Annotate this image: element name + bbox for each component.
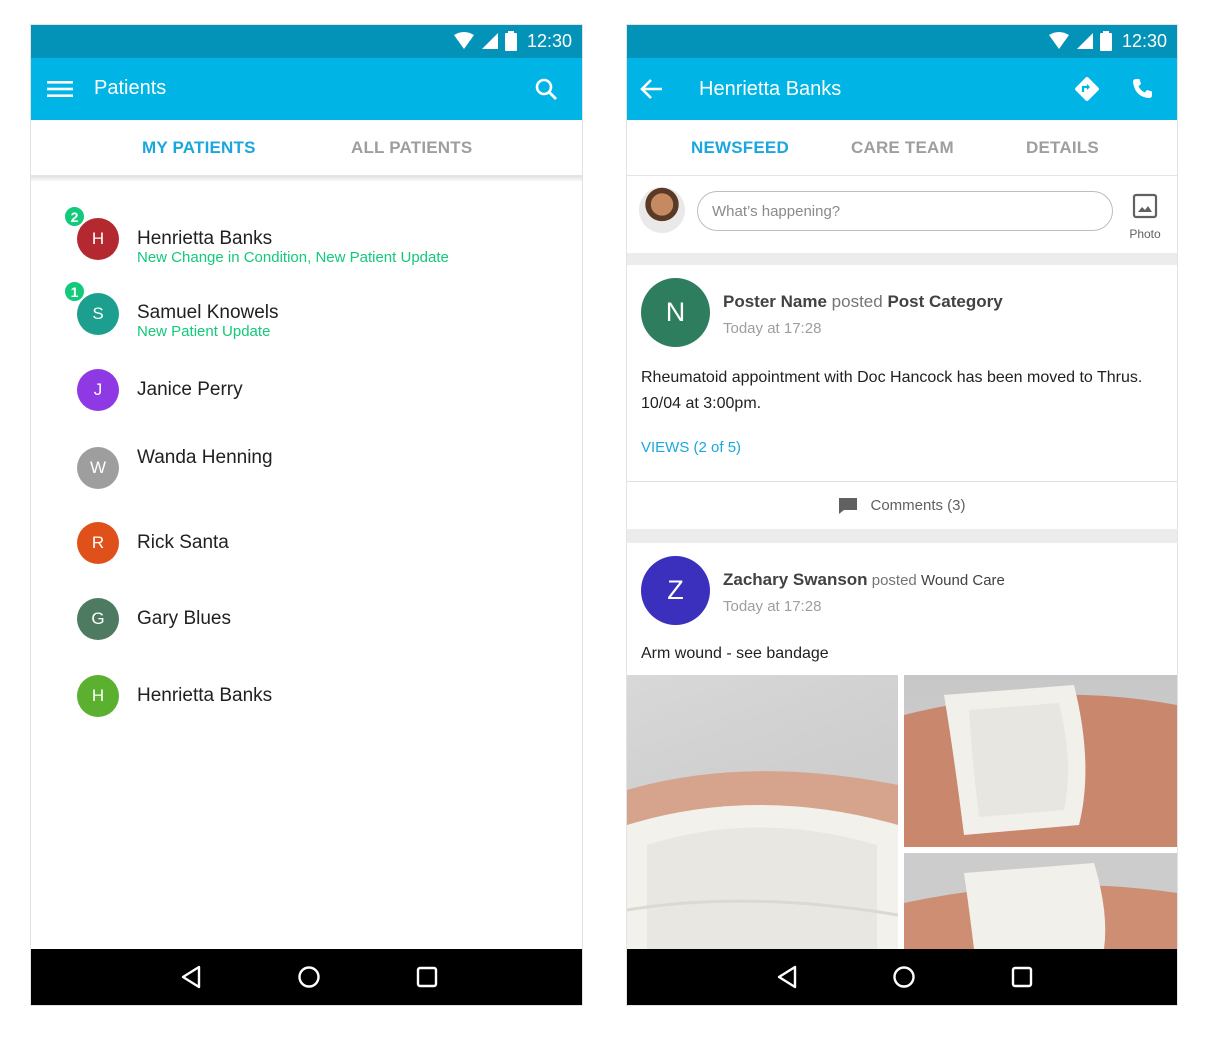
post-card: N Poster Name posted Post Category Today… xyxy=(627,265,1177,529)
nav-back-icon[interactable] xyxy=(773,963,801,991)
wound-photo-top[interactable] xyxy=(904,675,1177,847)
cell-signal-icon xyxy=(481,33,498,49)
post-timestamp: Today at 17:28 xyxy=(723,598,822,615)
tab-all-patients[interactable]: ALL PATIENTS xyxy=(351,138,472,158)
image-icon xyxy=(1132,193,1158,219)
avatar: W xyxy=(77,447,119,489)
patient-name: Janice Perry xyxy=(137,379,243,400)
patient-name: Samuel Knowels xyxy=(137,302,279,323)
post-header: Zachary Swanson posted Wound Care xyxy=(723,570,1005,590)
wifi-icon xyxy=(1048,32,1069,49)
patients-screen: 12:30 Patients MY PATIENTS ALL PATIENTS … xyxy=(31,25,582,1005)
nav-recents-icon[interactable] xyxy=(413,963,441,991)
app-bar: Henrietta Banks xyxy=(627,58,1177,120)
poster-name[interactable]: Zachary Swanson xyxy=(723,570,868,589)
tab-care-team[interactable]: CARE TEAM xyxy=(851,138,954,158)
directions-icon[interactable] xyxy=(1072,74,1102,104)
tab-newsfeed[interactable]: NEWSFEED xyxy=(691,138,789,158)
patient-row[interactable]: S 1 Samuel Knowels New Patient Update xyxy=(31,280,582,358)
tab-my-patients[interactable]: MY PATIENTS xyxy=(142,138,256,158)
current-user-avatar xyxy=(639,187,685,233)
patient-name: Henrietta Banks xyxy=(137,228,273,249)
patient-update-text: New Patient Update xyxy=(137,323,271,340)
battery-icon xyxy=(504,31,517,51)
patient-update-text: New Change in Condition, New Patient Upd… xyxy=(137,249,449,266)
post-body: Arm wound - see bandage xyxy=(641,645,829,662)
avatar: G xyxy=(77,598,119,640)
feed-divider xyxy=(627,253,1177,265)
nav-home-icon[interactable] xyxy=(295,963,323,991)
compose-bar: What’s happening? Photo xyxy=(627,177,1177,253)
post-category[interactable]: Post Category xyxy=(887,292,1002,311)
notification-badge: 2 xyxy=(63,205,86,228)
wifi-icon xyxy=(453,32,474,49)
patient-detail-screen: 12:30 Henrietta Banks NEWSFEED CARE TEAM… xyxy=(627,25,1177,1005)
avatar: J xyxy=(77,369,119,411)
patient-name: Wanda Henning xyxy=(137,447,273,468)
poster-name[interactable]: Poster Name xyxy=(723,292,827,311)
patient-tabs: MY PATIENTS ALL PATIENTS xyxy=(31,120,582,176)
status-bar: 12:30 xyxy=(627,25,1177,58)
avatar: S xyxy=(77,293,119,335)
system-nav-bar xyxy=(627,949,1177,1005)
post-header: Poster Name posted Post Category xyxy=(723,292,1003,312)
status-time: 12:30 xyxy=(1121,30,1167,51)
post-author-avatar: Z xyxy=(641,556,710,625)
patient-name: Gary Blues xyxy=(137,608,231,629)
posted-verb: posted xyxy=(826,292,888,311)
page-title: Patients xyxy=(94,77,167,99)
photo-label: Photo xyxy=(1129,227,1161,241)
views-link[interactable]: VIEWS (2 of 5) xyxy=(641,439,741,456)
status-time: 12:30 xyxy=(526,30,572,51)
patient-row[interactable]: J Janice Perry xyxy=(31,364,582,434)
avatar: H xyxy=(77,218,119,260)
wound-photo-bottom[interactable] xyxy=(904,853,1177,949)
comments-button[interactable]: Comments (3) xyxy=(627,481,1177,529)
battery-icon xyxy=(1099,31,1112,51)
patient-name: Henrietta Banks xyxy=(137,685,273,706)
post-body: Rheumatoid appointment with Doc Hancock … xyxy=(641,369,1143,412)
nav-recents-icon[interactable] xyxy=(1008,963,1036,991)
whats-happening-input[interactable]: What’s happening? xyxy=(697,191,1113,231)
post-author-avatar: N xyxy=(641,278,710,347)
patient-row[interactable]: R Rick Santa xyxy=(31,518,582,588)
photo-button[interactable]: Photo xyxy=(1125,193,1165,241)
avatar: R xyxy=(77,522,119,564)
nav-back-icon[interactable] xyxy=(177,963,205,991)
patient-row[interactable]: W Wanda Henning xyxy=(31,444,582,514)
patient-row[interactable]: H 2 Henrietta Banks New Change in Condit… xyxy=(31,205,582,283)
cell-signal-icon xyxy=(1076,33,1093,49)
patient-detail-tabs: NEWSFEED CARE TEAM DETAILS xyxy=(627,120,1177,176)
avatar: H xyxy=(77,675,119,717)
post-category[interactable]: Wound Care xyxy=(921,572,1005,589)
notification-badge: 1 xyxy=(63,280,86,303)
patient-row[interactable]: H Henrietta Banks xyxy=(31,671,582,741)
menu-icon[interactable] xyxy=(45,74,75,104)
phone-icon[interactable] xyxy=(1127,74,1157,104)
search-icon[interactable] xyxy=(531,74,561,104)
system-nav-bar xyxy=(31,949,582,1005)
tab-details[interactable]: DETAILS xyxy=(1026,138,1099,158)
patient-title: Henrietta Banks xyxy=(699,78,842,100)
back-arrow-icon[interactable] xyxy=(637,74,667,104)
app-bar: Patients xyxy=(31,58,582,120)
status-bar: 12:30 xyxy=(31,25,582,58)
feed-divider xyxy=(627,529,1177,543)
comments-count: Comments (3) xyxy=(870,497,966,514)
posted-verb: posted xyxy=(867,572,921,589)
patient-name: Rick Santa xyxy=(137,532,229,553)
post-card: Z Zachary Swanson posted Wound Care Toda… xyxy=(627,543,1177,949)
tabs-shadow xyxy=(31,176,582,182)
patient-row[interactable]: G Gary Blues xyxy=(31,594,582,664)
wound-photo-large[interactable] xyxy=(627,675,898,949)
nav-home-icon[interactable] xyxy=(890,963,918,991)
post-timestamp: Today at 17:28 xyxy=(723,320,822,337)
comment-icon xyxy=(839,497,858,514)
